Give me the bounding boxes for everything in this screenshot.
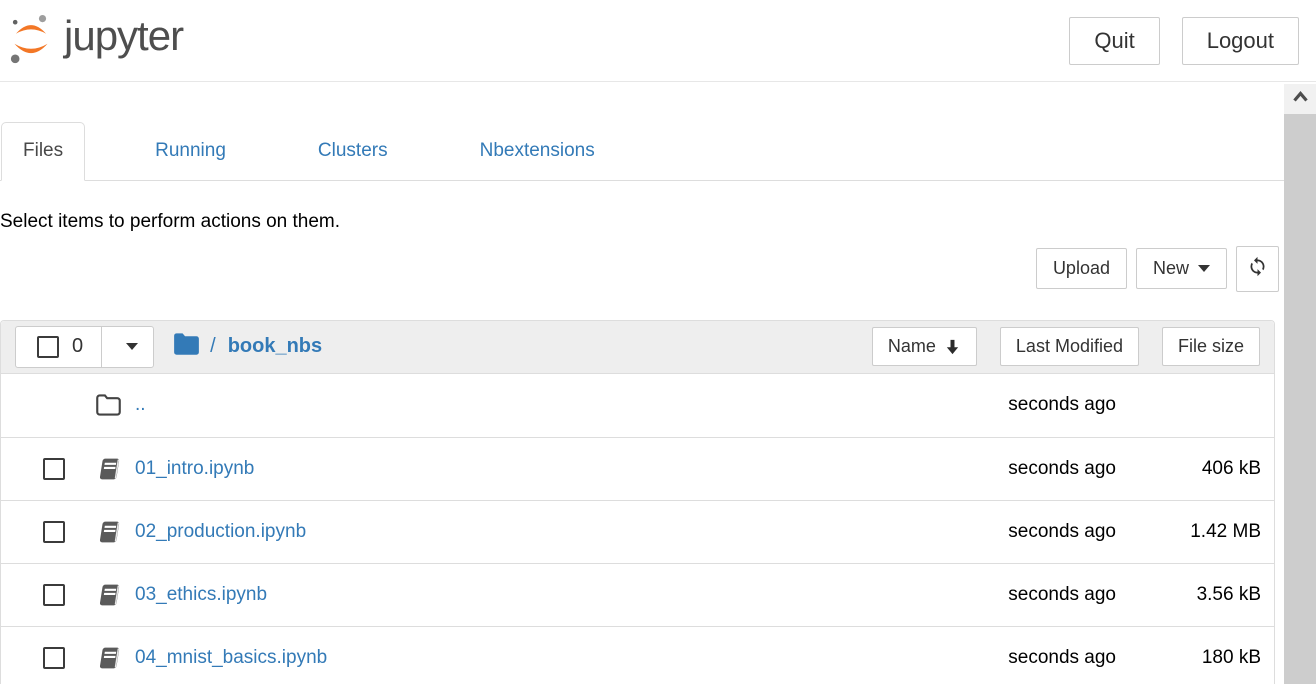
home-folder-icon[interactable] bbox=[173, 332, 200, 361]
file-size-text: 180 kB bbox=[1116, 647, 1261, 669]
file-toolbar: Upload New bbox=[0, 246, 1284, 292]
caret-down-icon bbox=[1198, 265, 1210, 272]
row-checkbox[interactable] bbox=[43, 521, 65, 543]
selected-count: 0 bbox=[72, 335, 83, 358]
row-checkbox[interactable] bbox=[43, 647, 65, 669]
notebook-icon bbox=[95, 582, 122, 608]
file-size-text: 1.42 MB bbox=[1116, 521, 1261, 543]
file-list-header: 0 / book_nbs bbox=[1, 321, 1274, 374]
select-all-checkbox[interactable] bbox=[37, 336, 59, 358]
new-dropdown-button[interactable]: New bbox=[1136, 248, 1227, 289]
file-name-link[interactable]: 02_production.ipynb bbox=[135, 521, 306, 543]
file-list: 0 / book_nbs bbox=[0, 320, 1275, 684]
sort-by-name-button[interactable]: Name bbox=[872, 327, 977, 366]
jupyter-logo[interactable]: jupyter bbox=[8, 9, 183, 72]
sort-by-modified-button[interactable]: Last Modified bbox=[1000, 327, 1139, 366]
breadcrumb-separator: / bbox=[210, 335, 216, 358]
jupyter-logo-icon bbox=[8, 9, 54, 72]
table-row: 01_intro.ipynb seconds ago 406 kB bbox=[1, 437, 1274, 500]
scrollbar-up-button[interactable] bbox=[1284, 84, 1316, 114]
table-row: 04_mnist_basics.ipynb seconds ago 180 kB bbox=[1, 626, 1274, 684]
main-content: Files Running Clusters Nbextensions Sele… bbox=[0, 122, 1284, 684]
tab-clusters[interactable]: Clusters bbox=[296, 122, 410, 181]
notebook-icon bbox=[95, 456, 122, 482]
upload-button[interactable]: Upload bbox=[1036, 248, 1127, 289]
chevron-up-icon bbox=[1292, 90, 1309, 108]
file-name-link[interactable]: .. bbox=[135, 394, 146, 416]
refresh-icon bbox=[1247, 256, 1268, 282]
new-dropdown-label: New bbox=[1153, 258, 1189, 279]
row-checkbox[interactable] bbox=[43, 458, 65, 480]
quit-button[interactable]: Quit bbox=[1069, 17, 1159, 65]
breadcrumb: / book_nbs bbox=[173, 332, 322, 361]
file-size-text: 406 kB bbox=[1116, 458, 1261, 480]
file-size-text: 3.56 kB bbox=[1116, 584, 1261, 606]
file-name-link[interactable]: 03_ethics.ipynb bbox=[135, 584, 267, 606]
vertical-scrollbar[interactable] bbox=[1284, 84, 1316, 684]
row-checkbox[interactable] bbox=[43, 584, 65, 606]
caret-down-icon bbox=[126, 343, 138, 350]
jupyter-wordmark: jupyter bbox=[64, 15, 183, 67]
jupyter-file-browser: jupyter Quit Logout Files Running Cluste… bbox=[0, 0, 1316, 684]
select-dropdown-toggle[interactable] bbox=[101, 327, 153, 367]
folder-icon bbox=[95, 393, 122, 417]
breadcrumb-current-folder[interactable]: book_nbs bbox=[228, 335, 322, 358]
last-modified-text: seconds ago bbox=[916, 584, 1116, 606]
file-name-link[interactable]: 01_intro.ipynb bbox=[135, 458, 254, 480]
header: jupyter Quit Logout bbox=[0, 0, 1316, 82]
refresh-button[interactable] bbox=[1236, 246, 1279, 292]
arrow-down-icon bbox=[944, 338, 961, 356]
tab-files[interactable]: Files bbox=[1, 122, 85, 181]
logout-button[interactable]: Logout bbox=[1182, 17, 1299, 65]
file-list-body: .. seconds ago 01_intro.ipynb seconds ag… bbox=[1, 374, 1274, 684]
table-row: 03_ethics.ipynb seconds ago 3.56 kB bbox=[1, 563, 1274, 626]
last-modified-text: seconds ago bbox=[916, 521, 1116, 543]
last-modified-text: seconds ago bbox=[916, 458, 1116, 480]
select-all-button-group: 0 bbox=[15, 326, 154, 368]
sort-by-size-button[interactable]: File size bbox=[1162, 327, 1260, 366]
last-modified-text: seconds ago bbox=[916, 394, 1116, 416]
tab-running[interactable]: Running bbox=[133, 122, 248, 181]
last-modified-text: seconds ago bbox=[916, 647, 1116, 669]
table-row: 02_production.ipynb seconds ago 1.42 MB bbox=[1, 500, 1274, 563]
select-items-notice: Select items to perform actions on them. bbox=[0, 211, 1284, 233]
tab-nbextensions[interactable]: Nbextensions bbox=[458, 122, 617, 181]
sort-name-label: Name bbox=[888, 336, 936, 357]
notebook-icon bbox=[95, 519, 122, 545]
notebook-icon bbox=[95, 645, 122, 671]
select-all-button[interactable]: 0 bbox=[16, 327, 101, 367]
table-row: .. seconds ago bbox=[1, 374, 1274, 437]
tab-bar: Files Running Clusters Nbextensions bbox=[0, 122, 1284, 181]
file-name-link[interactable]: 04_mnist_basics.ipynb bbox=[135, 647, 327, 669]
